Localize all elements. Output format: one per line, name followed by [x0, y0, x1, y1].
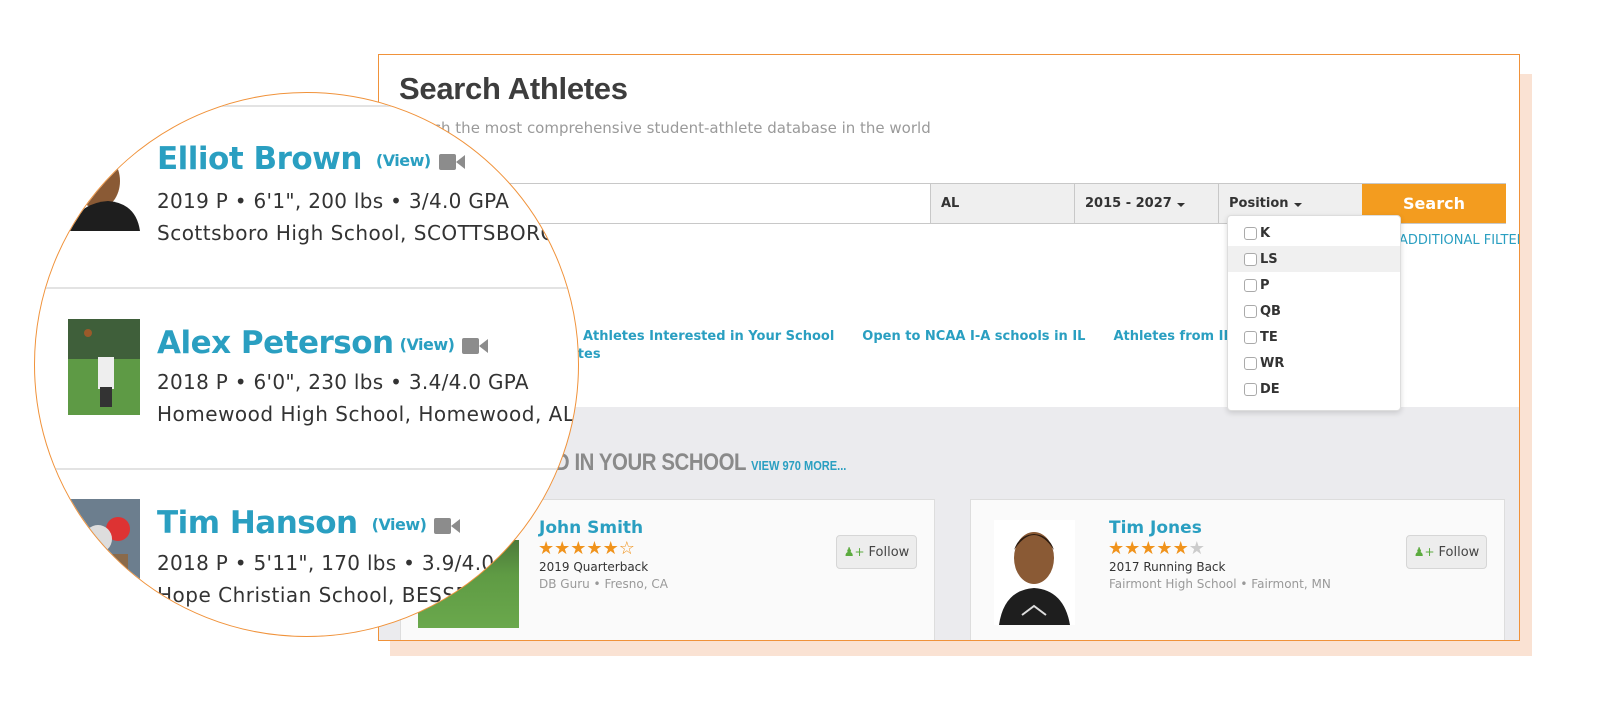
follow-label: Follow: [1438, 544, 1480, 560]
position-option[interactable]: WR: [1228, 350, 1400, 376]
athlete-photo: [994, 520, 1075, 625]
athlete-name[interactable]: John Smith: [539, 518, 643, 538]
view-more-link[interactable]: VIEW 970 MORE...: [751, 458, 846, 473]
empty-star-icon: ★: [1188, 538, 1205, 559]
position-dropdown: K LS P QB TE WR DE: [1227, 215, 1401, 411]
checkbox[interactable]: [1244, 226, 1257, 240]
athlete-school: Scottsboro High School, SCOTTSBORO: [157, 221, 557, 245]
checkbox[interactable]: [1244, 356, 1257, 370]
follow-button[interactable]: ♟+ Follow: [836, 535, 917, 569]
star-rating: ★★★★★★: [1108, 538, 1205, 559]
view-link[interactable]: (View): [400, 335, 455, 354]
divider: [35, 105, 578, 107]
checkbox[interactable]: [1244, 278, 1257, 292]
caret-down-icon: [1176, 202, 1185, 207]
checkbox[interactable]: [1244, 304, 1257, 318]
saved-search-link[interactable]: Open to NCAA I-A schools in IL: [862, 329, 1085, 344]
star-icon: ★: [1172, 538, 1189, 559]
option-label: WR: [1260, 355, 1285, 371]
page-subtitle: Search the most comprehensive student-at…: [399, 119, 931, 137]
athlete-school: Homewood High School, Homewood, AL: [157, 402, 575, 426]
position-option[interactable]: DE: [1228, 376, 1400, 402]
athlete-class-position: 2019 Quarterback: [539, 560, 649, 574]
position-option[interactable]: K: [1228, 220, 1400, 246]
athlete-photo: [68, 151, 140, 231]
athlete-photo: [68, 499, 140, 595]
option-label: K: [1260, 225, 1271, 241]
star-icon: ★: [554, 538, 571, 559]
year-filter[interactable]: 2015 - 2027: [1074, 184, 1218, 223]
athlete-photo: [68, 319, 140, 415]
athlete-stats: 2018 P • 6'0", 230 lbs • 3.4/4.0 GPA: [157, 370, 529, 394]
star-icon: ★: [602, 538, 619, 559]
magnifier-callout: Elliot Brown (View) 2019 P • 6'1", 200 lb…: [34, 92, 579, 637]
star-icon: ★: [586, 538, 603, 559]
half-star-icon: ☆: [618, 538, 635, 559]
divider: [35, 468, 578, 470]
view-link[interactable]: (View): [376, 151, 431, 170]
checkbox[interactable]: [1244, 252, 1257, 266]
star-icon: ★: [1108, 538, 1125, 559]
video-camera-icon[interactable]: [462, 327, 489, 363]
star-icon: ★: [1156, 538, 1173, 559]
follow-button[interactable]: ♟+ Follow: [1406, 535, 1487, 569]
athlete-name[interactable]: Elliot Brown (View): [157, 141, 465, 179]
divider: [35, 287, 578, 289]
saved-search-link[interactable]: Athletes Interested in Your School: [583, 329, 834, 344]
year-filter-label: 2015 - 2027: [1085, 196, 1172, 211]
position-filter-label: Position: [1229, 196, 1289, 211]
athlete-name-text: Alex Peterson: [157, 325, 394, 361]
athlete-name-text: Elliot Brown: [157, 141, 362, 177]
athlete-name[interactable]: Tim Jones: [1109, 518, 1202, 538]
star-icon: ★: [1140, 538, 1157, 559]
position-option[interactable]: QB: [1228, 298, 1400, 324]
follow-label: Follow: [868, 544, 910, 560]
athlete-school-location: DB Guru • Fresno, CA: [539, 577, 668, 591]
option-label: LS: [1260, 251, 1278, 267]
page-title: Search Athletes: [399, 71, 628, 106]
position-option[interactable]: TE: [1228, 324, 1400, 350]
add-user-icon: ♟+: [843, 545, 865, 559]
state-filter-label: AL: [941, 196, 960, 211]
athlete-card[interactable]: Tim Jones ★★★★★★ 2017 Running Back Fairm…: [970, 499, 1505, 640]
athlete-name[interactable]: Tim Hanson (View): [157, 505, 461, 543]
athlete-name[interactable]: Alex Peterson (View): [157, 325, 489, 363]
star-icon: ★: [1124, 538, 1141, 559]
option-label: P: [1260, 277, 1270, 293]
saved-search-link[interactable]: Athletes from IL: [1113, 329, 1231, 344]
checkbox[interactable]: [1244, 330, 1257, 344]
star-rating: ★★★★★☆: [538, 538, 635, 559]
athlete-school: Hope Christian School, BESSEMER: [157, 583, 514, 607]
option-label: QB: [1260, 303, 1281, 319]
add-user-icon: ♟+: [1413, 545, 1435, 559]
video-camera-icon[interactable]: [434, 507, 461, 543]
athlete-stats: 2018 P • 5'11", 170 lbs • 3.9/4.0 GPA: [157, 551, 542, 575]
athlete-class-position: 2017 Running Back: [1109, 560, 1226, 574]
star-icon: ★: [570, 538, 587, 559]
additional-filters-label: ADDITIONAL FILTERS: [1399, 233, 1519, 248]
athlete-school-location: Fairmont High School • Fairmont, MN: [1109, 577, 1331, 591]
state-filter[interactable]: AL: [930, 184, 1074, 223]
position-option[interactable]: P: [1228, 272, 1400, 298]
athlete-name-text: Tim Hanson: [157, 505, 358, 541]
video-camera-icon[interactable]: [438, 143, 465, 179]
athlete-stats: 2019 P • 6'1", 200 lbs • 3/4.0 GPA: [157, 189, 510, 213]
checkbox[interactable]: [1244, 382, 1257, 396]
view-link[interactable]: (View): [372, 515, 427, 534]
option-label: TE: [1260, 329, 1278, 345]
option-label: DE: [1260, 381, 1280, 397]
position-option[interactable]: LS: [1228, 246, 1400, 272]
additional-filters-link[interactable]: ADDITIONAL FILTERS: [1399, 233, 1519, 248]
caret-down-icon: [1293, 202, 1302, 207]
